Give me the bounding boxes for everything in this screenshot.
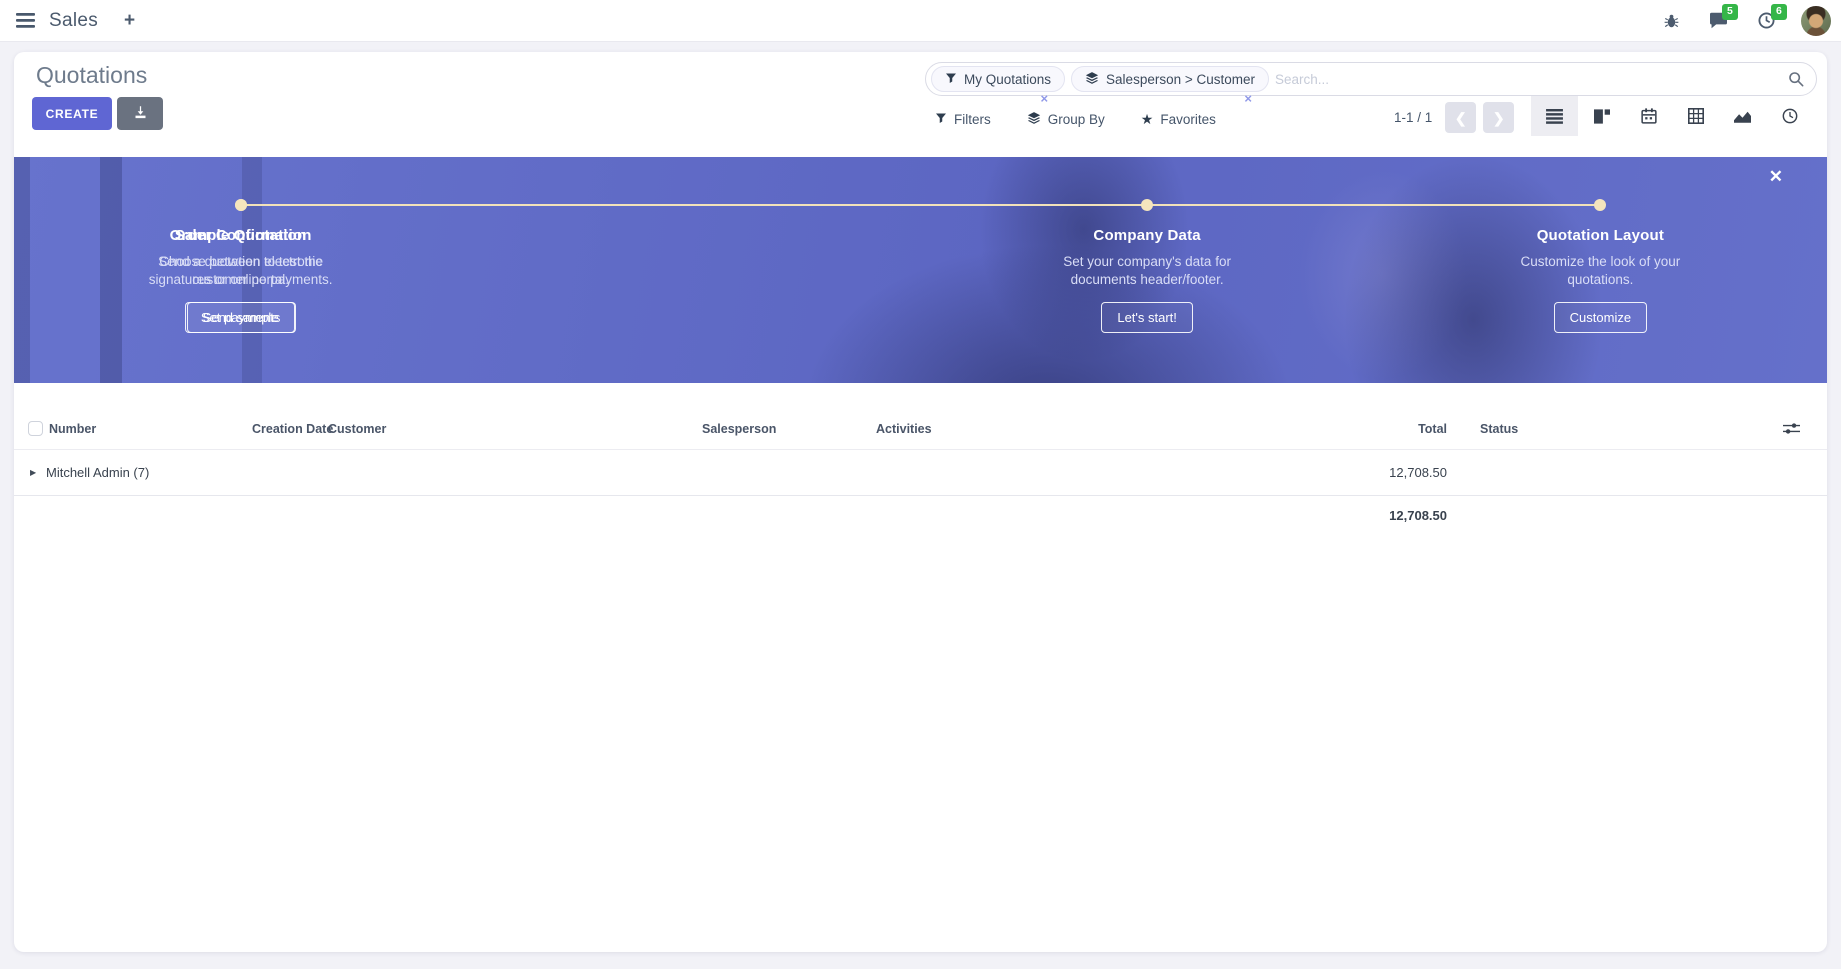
- search-input[interactable]: [1275, 72, 1788, 87]
- expand-group-icon[interactable]: ▶: [30, 450, 36, 496]
- export-button[interactable]: [117, 97, 163, 130]
- column-header-activities[interactable]: Activities: [876, 408, 932, 450]
- onboarding-step-company-data: Company Data Set your company's data for…: [921, 157, 1374, 383]
- step-description: Set your company's data for documents he…: [1042, 253, 1252, 288]
- app-root: Sales + 5 6 Quotations: [0, 0, 1841, 969]
- graph-view-icon: [1734, 109, 1751, 123]
- navbar-right: 5 6: [1634, 6, 1841, 36]
- download-icon: [133, 105, 148, 123]
- column-header-status[interactable]: Status: [1480, 408, 1518, 450]
- customize-button[interactable]: Customize: [1554, 302, 1647, 333]
- list-header-row: Number Creation Date Customer Salesperso…: [14, 408, 1827, 450]
- view-activity-button[interactable]: [1766, 96, 1813, 136]
- view-kanban-button[interactable]: [1578, 96, 1625, 136]
- timeline-dot: [1141, 199, 1153, 211]
- step-title: Quotation Layout: [1374, 227, 1827, 244]
- group-by-menu[interactable]: Group By: [1027, 111, 1105, 128]
- step-title: Company Data: [921, 227, 1374, 244]
- kanban-view-icon: [1594, 109, 1610, 124]
- search-menus: Filters Group By ★ Favorites: [935, 104, 1216, 134]
- group-label: Mitchell Admin (7): [46, 450, 149, 496]
- activities-badge: 6: [1771, 4, 1787, 20]
- pager-next-button[interactable]: ❯: [1483, 102, 1514, 133]
- plus-icon[interactable]: +: [124, 11, 135, 30]
- star-icon: ★: [1141, 112, 1154, 126]
- view-switcher: [1531, 96, 1813, 136]
- layers-icon: [1027, 111, 1041, 128]
- search-facet-my-quotations[interactable]: My Quotations ×: [931, 66, 1065, 92]
- messages-icon[interactable]: 5: [1709, 12, 1728, 29]
- filter-icon: [935, 112, 947, 127]
- messages-badge: 5: [1722, 4, 1738, 20]
- search-icon[interactable]: [1788, 71, 1804, 87]
- pager: 1-1 / 1 ❮ ❯: [1394, 102, 1514, 133]
- group-total: 12,708.50: [1327, 450, 1447, 496]
- step-description: Customize the look of your quotations.: [1495, 253, 1705, 288]
- navbar-left: Sales +: [0, 10, 135, 32]
- search-box[interactable]: My Quotations × Salesperson > Customer ×: [925, 62, 1817, 96]
- navbar: Sales + 5 6: [0, 0, 1841, 42]
- content-card: Quotations My Quotations × Salesperson >…: [14, 52, 1827, 952]
- step-description: Send a quotation to test the customer po…: [136, 253, 346, 288]
- select-all-checkbox[interactable]: [28, 421, 43, 436]
- group-row-mitchell-admin[interactable]: ▶ Mitchell Admin (7) 12,708.50: [14, 450, 1827, 496]
- view-list-button[interactable]: [1531, 96, 1578, 136]
- favorites-menu[interactable]: ★ Favorites: [1141, 112, 1216, 127]
- view-graph-button[interactable]: [1719, 96, 1766, 136]
- timeline-dot: [1594, 199, 1606, 211]
- page-title: Quotations: [36, 62, 147, 89]
- column-header-number[interactable]: Number: [49, 408, 96, 450]
- column-header-creation-date[interactable]: Creation Date: [252, 408, 333, 450]
- column-header-total[interactable]: Total: [1327, 408, 1447, 450]
- apps-menu-icon[interactable]: [16, 13, 35, 28]
- filter-icon: [945, 72, 957, 87]
- app-name[interactable]: Sales: [49, 10, 98, 32]
- pager-value: 1-1 / 1: [1394, 110, 1432, 125]
- list-view-icon: [1546, 109, 1563, 124]
- pivot-view-icon: [1688, 108, 1704, 124]
- view-pivot-button[interactable]: [1672, 96, 1719, 136]
- search-facet-salesperson-customer[interactable]: Salesperson > Customer ×: [1071, 66, 1269, 92]
- onboarding-step-sample-quotation: Sample Quotation Send a quotation to tes…: [14, 157, 467, 383]
- pager-previous-button[interactable]: ❮: [1445, 102, 1476, 133]
- activities-clock-icon[interactable]: 6: [1758, 12, 1775, 29]
- send-sample-button[interactable]: Send sample: [187, 302, 295, 333]
- user-avatar[interactable]: [1801, 6, 1831, 36]
- lets-start-button[interactable]: Let's start!: [1101, 302, 1193, 333]
- calendar-view-icon: [1641, 108, 1657, 124]
- filters-label: Filters: [954, 112, 991, 127]
- facet-label: Salesperson > Customer: [1106, 72, 1255, 87]
- footer-total: 12,708.50: [1327, 496, 1447, 536]
- group-by-label: Group By: [1048, 112, 1105, 127]
- favorites-label: Favorites: [1160, 112, 1216, 127]
- onboarding-banner: ✕ Company Data Set your company's data f…: [14, 157, 1827, 383]
- column-header-customer[interactable]: Customer: [328, 408, 386, 450]
- step-title: Sample Quotation: [14, 227, 467, 244]
- view-calendar-button[interactable]: [1625, 96, 1672, 136]
- timeline-dot: [235, 199, 247, 211]
- facet-label: My Quotations: [964, 72, 1051, 87]
- bug-icon[interactable]: [1664, 13, 1679, 29]
- column-header-salesperson[interactable]: Salesperson: [702, 408, 776, 450]
- activity-view-icon: [1782, 108, 1798, 124]
- create-button[interactable]: CREATE: [32, 97, 112, 130]
- list-footer-row: 12,708.50: [14, 496, 1827, 536]
- optional-columns-icon[interactable]: [1783, 422, 1800, 435]
- onboarding-step-quotation-layout: Quotation Layout Customize the look of y…: [1374, 157, 1827, 383]
- quotations-list: Number Creation Date Customer Salesperso…: [14, 408, 1827, 536]
- facet-remove-icon[interactable]: ×: [1244, 91, 1252, 106]
- filters-menu[interactable]: Filters: [935, 112, 991, 127]
- layers-icon: [1085, 71, 1099, 88]
